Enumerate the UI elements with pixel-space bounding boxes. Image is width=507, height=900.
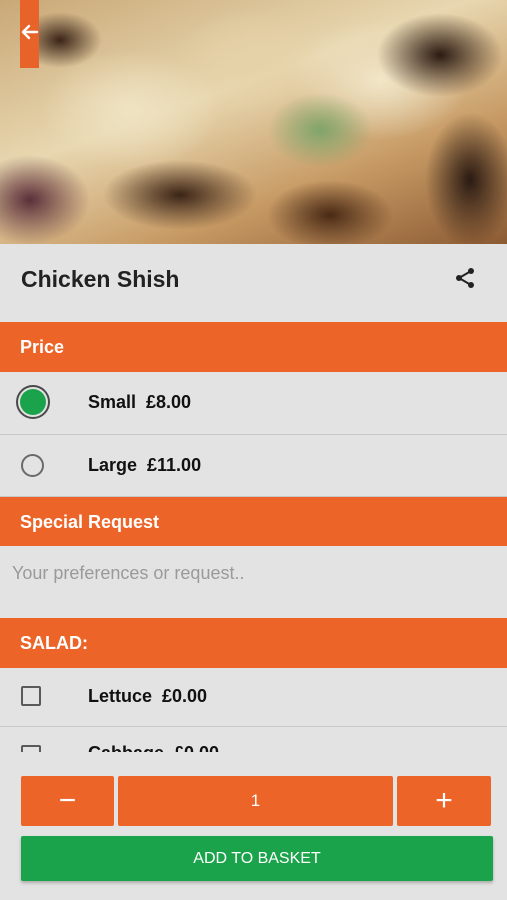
special-request-input[interactable] [0,546,507,618]
radio-button[interactable] [21,454,44,477]
salad-header-label: SALAD: [20,632,88,653]
quantity-value: 1 [250,791,261,810]
salad-section-header: SALAD: [0,618,507,668]
minus-icon: − [58,784,77,817]
price-option-large[interactable]: Large £11.00 [0,435,507,497]
increase-quantity-button[interactable]: + [397,776,491,826]
special-request-label: Special Request [20,511,160,532]
radio-button-selected[interactable] [16,385,50,419]
price-header-label: Price [20,336,65,357]
salad-option-lettuce[interactable]: Lettuce £0.00 [0,668,507,727]
title-bar: Chicken Shish [0,244,507,322]
share-icon[interactable] [453,266,477,290]
plus-icon: + [435,784,453,817]
checkbox[interactable] [21,686,41,706]
food-photo [0,0,507,244]
price-option-label: Small £8.00 [88,392,192,412]
special-request-header: Special Request [0,497,507,547]
salad-option-label: Lettuce £0.00 [88,686,208,706]
add-to-basket-label: ADD TO BASKET [193,849,321,867]
page-title: Chicken Shish [21,266,180,292]
price-option-small[interactable]: Small £8.00 [0,372,507,435]
decrease-quantity-button[interactable]: − [21,776,114,826]
quantity-display: 1 [118,776,393,826]
price-section-header: Price [0,322,507,372]
price-option-label: Large £11.00 [88,455,202,475]
arrow-left-icon [21,22,39,46]
back-button[interactable] [20,0,39,68]
add-to-basket-button[interactable]: ADD TO BASKET [21,836,493,881]
